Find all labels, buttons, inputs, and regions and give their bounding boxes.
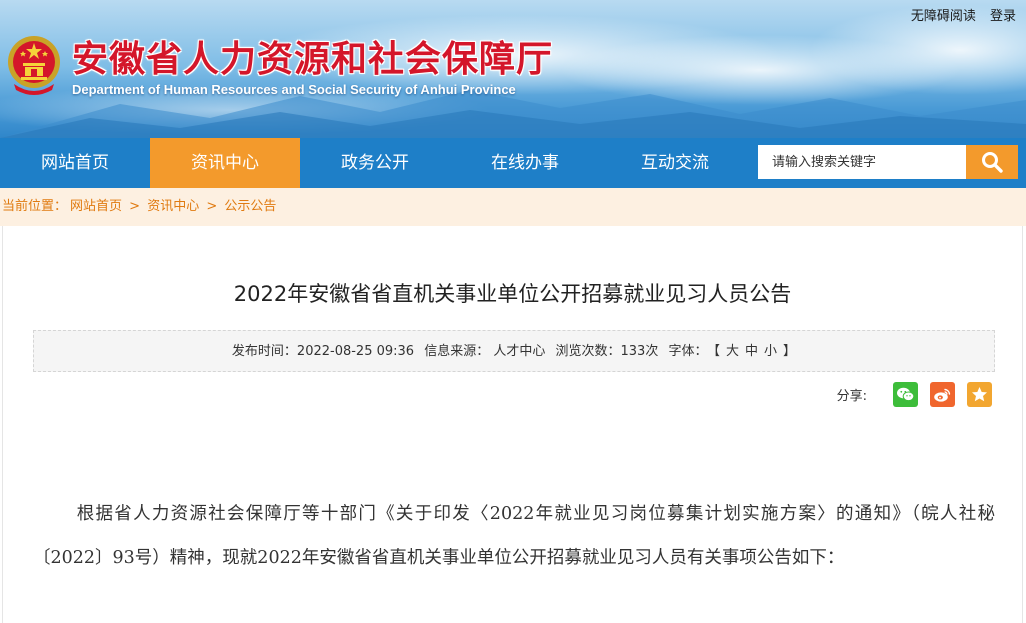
view-count: 浏览次数：133次 xyxy=(555,344,659,359)
share-label: 分享: xyxy=(836,388,867,404)
font-size-medium[interactable]: 中 xyxy=(745,344,758,359)
breadcrumb-home[interactable]: 网站首页 xyxy=(70,199,122,214)
search-input[interactable] xyxy=(758,145,966,179)
site-banner: 安徽省人力资源和社会保障厅 Department of Human Resour… xyxy=(0,0,1026,138)
info-source: 信息来源： 人才中心 xyxy=(424,344,546,359)
share-favorite-button[interactable] xyxy=(967,381,992,407)
breadcrumb: 当前位置： 网站首页 > 资讯中心 > 公示公告 xyxy=(0,188,1026,226)
nav-item-online-services[interactable]: 在线办事 xyxy=(450,138,600,188)
font-size-small[interactable]: 小 xyxy=(764,344,777,359)
breadcrumb-prefix: 当前位置： xyxy=(2,199,68,214)
publish-time: 发布时间：2022-08-25 09:36 xyxy=(231,344,415,359)
search-button[interactable] xyxy=(966,145,1018,179)
nav-item-interaction[interactable]: 互动交流 xyxy=(600,138,750,188)
article-paragraph: 根据省人力资源社会保障厅等十部门《关于印发〈2022年就业见习岗位募集计划实施方… xyxy=(33,504,995,568)
share-bar: 分享: xyxy=(837,381,992,407)
wechat-icon xyxy=(897,387,915,401)
font-size-bracket-open: 【 xyxy=(713,344,720,359)
breadcrumb-separator: > xyxy=(206,199,218,214)
share-weibo-button[interactable] xyxy=(930,381,955,407)
font-size-bracket-close: 】 xyxy=(783,344,797,359)
search-icon xyxy=(982,152,1003,173)
nav-item-government-affairs[interactable]: 政务公开 xyxy=(300,138,450,188)
login-link[interactable]: 登录 xyxy=(990,9,1016,24)
article-meta: 发布时间：2022-08-25 09:36 信息来源： 人才中心 浏览次数：13… xyxy=(33,330,995,372)
weibo-icon xyxy=(934,388,951,402)
font-size-label: 字体： xyxy=(668,344,708,359)
nav-item-news-center[interactable]: 资讯中心 xyxy=(150,138,300,188)
main-nav: 网站首页 资讯中心 政务公开 在线办事 互动交流 xyxy=(0,138,1026,188)
national-emblem-icon xyxy=(8,36,60,95)
share-wechat-button[interactable] xyxy=(893,381,918,407)
font-size-large[interactable]: 大 xyxy=(726,344,739,359)
article-container: 2022年安徽省省直机关事业单位公开招募就业见习人员公告 发布时间：2022-0… xyxy=(2,226,1023,623)
accessibility-reading-link[interactable]: 无障碍阅读 xyxy=(911,9,976,24)
site-subtitle: Department of Human Resources and Social… xyxy=(72,82,516,97)
article-title: 2022年安徽省省直机关事业单位公开招募就业见习人员公告 xyxy=(233,282,792,306)
breadcrumb-separator: > xyxy=(129,199,141,214)
nav-item-home[interactable]: 网站首页 xyxy=(0,138,150,188)
breadcrumb-announcements[interactable]: 公示公告 xyxy=(224,199,276,214)
breadcrumb-news-center[interactable]: 资讯中心 xyxy=(147,199,199,214)
top-links: 无障碍阅读 登录 xyxy=(901,5,1016,24)
site-title: 安徽省人力资源和社会保障厅 xyxy=(72,39,554,80)
star-icon xyxy=(972,386,987,401)
